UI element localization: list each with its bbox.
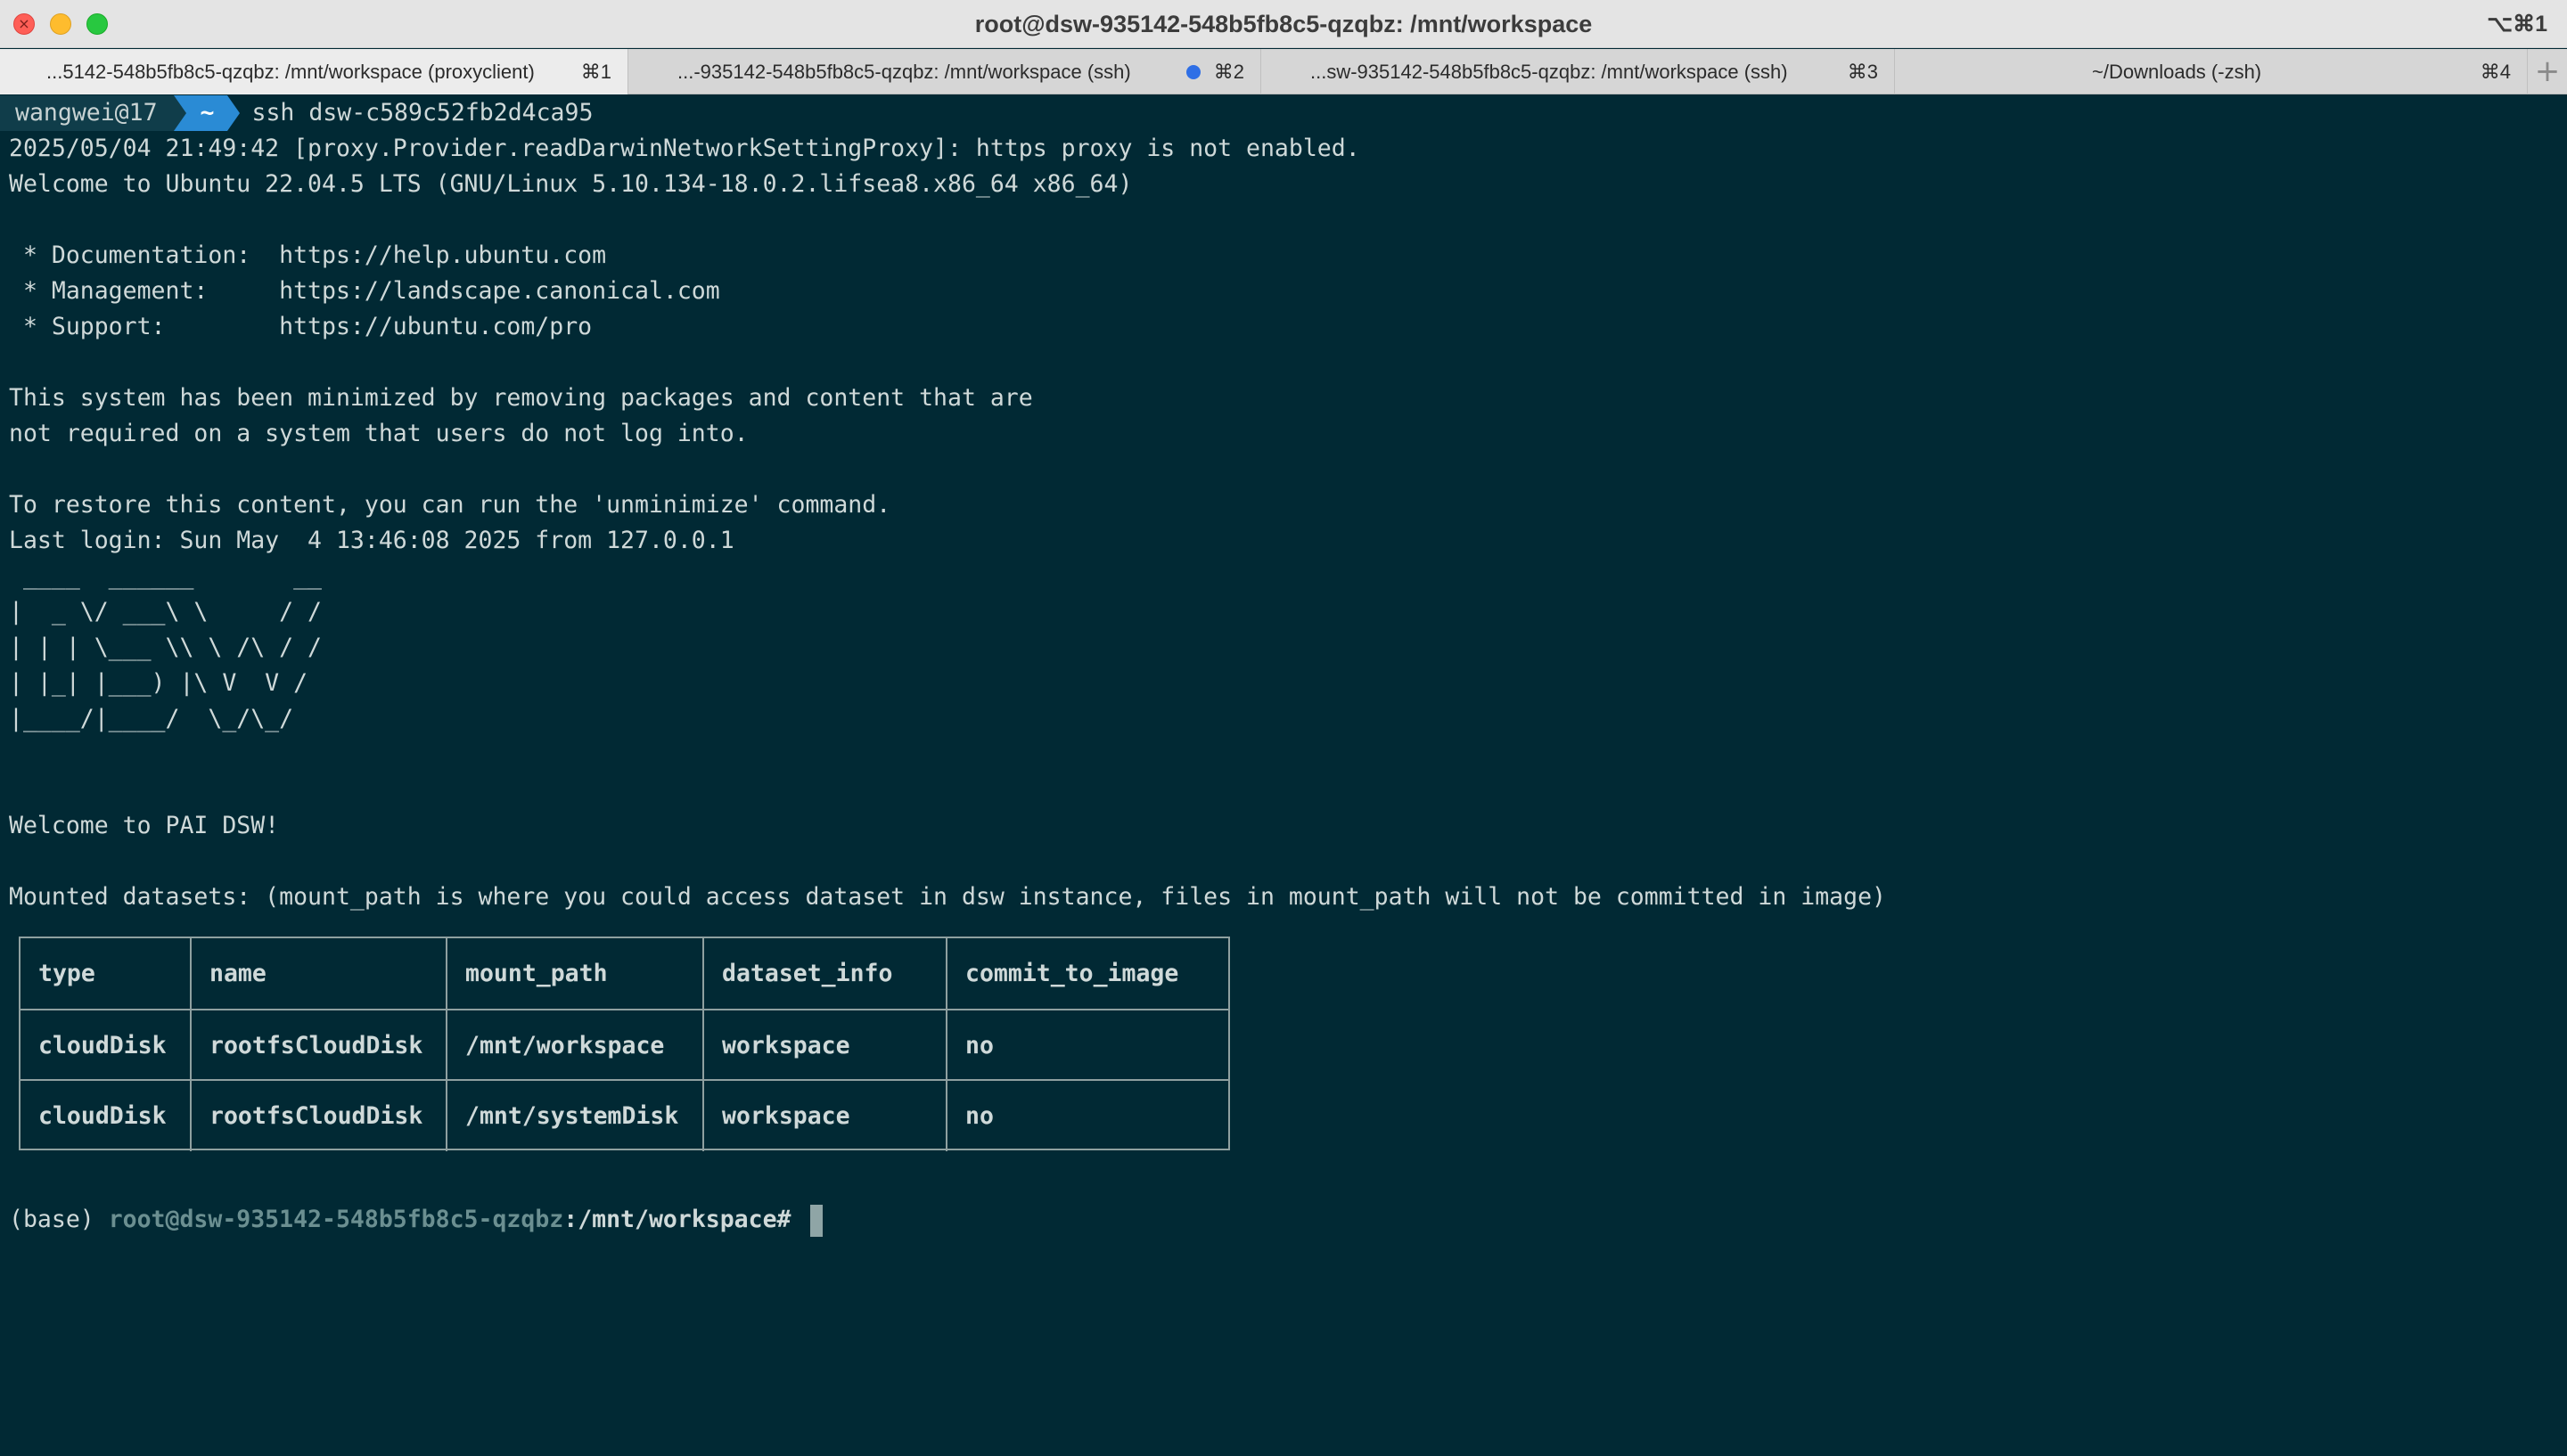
output-line: | | | \___ \\ \ /\ / / xyxy=(9,634,322,661)
prompt-path: :/mnt/workspace# xyxy=(563,1206,806,1233)
table-header-row: type name mount_path dataset_info commit_to_… xyxy=(21,938,1228,1009)
window-shortcut: ⌥⌘1 xyxy=(2487,12,2547,37)
tab-label: ~/Downloads (-zsh) xyxy=(2092,61,2262,83)
output-line: Last login: Sun May 4 13:46:08 2025 from… xyxy=(9,527,734,554)
tab-label: ...-935142-548b5fb8c5-qzqbz: /mnt/worksp… xyxy=(677,61,1131,83)
table-cell: no xyxy=(946,1010,1228,1081)
table-cell: cloudDisk xyxy=(38,1102,167,1130)
tab-shortcut: ⌘4 xyxy=(2480,61,2511,83)
terminal-window: × root@dsw-935142-548b5fb8c5-qzqbz: /mnt… xyxy=(0,0,2567,1456)
title-bar: × root@dsw-935142-548b5fb8c5-qzqbz: /mnt… xyxy=(0,0,2567,48)
tab-3[interactable]: ...sw-935142-548b5fb8c5-qzqbz: /mnt/work… xyxy=(1261,49,1895,94)
tab-label: ...5142-548b5fb8c5-qzqbz: /mnt/workspace… xyxy=(46,61,535,83)
table-row: cloudDisk rootfsCloudDisk/mnt/systemDisk w… xyxy=(21,1079,1228,1151)
tab-shortcut: ⌘3 xyxy=(1847,61,1878,83)
output-line: ____ ______ __ xyxy=(9,562,322,590)
activity-indicator-icon xyxy=(1186,65,1201,79)
new-tab-button[interactable]: + xyxy=(2528,49,2567,94)
table-header-cell: type xyxy=(38,960,95,987)
table-cell: no xyxy=(946,1081,1228,1151)
prompt-user-segment: wangwei@17 xyxy=(0,95,174,131)
tab-bar: ...5142-548b5fb8c5-qzqbz: /mnt/workspace… xyxy=(0,49,2567,94)
table-row: cloudDisk rootfsCloudDisk/mnt/workspace wo… xyxy=(21,1009,1228,1081)
table-header-cell: name xyxy=(190,938,446,1009)
table-cell: /mnt/workspace xyxy=(446,1010,702,1081)
output-line: * Documentation: https://help.ubuntu.com xyxy=(9,241,607,269)
output-line: This system has been minimized by removi… xyxy=(9,384,1033,412)
window-title: root@dsw-935142-548b5fb8c5-qzqbz: /mnt/w… xyxy=(974,11,1593,37)
output-line: | _ \/ ___\ \ / / xyxy=(9,598,322,626)
tab-shortcut: ⌘1 xyxy=(580,61,611,83)
shell-prompt-line: (base) root@dsw-935142-548b5fb8c5-qzqbz:… xyxy=(9,1202,824,1238)
tab-label: ...sw-935142-548b5fb8c5-qzqbz: /mnt/work… xyxy=(1310,61,1788,83)
prompt-host: root@dsw-935142-548b5fb8c5-qzqbz xyxy=(108,1206,564,1233)
mounted-datasets-table: type name mount_path dataset_info commit_to_… xyxy=(19,937,1230,1151)
prompt-dir-segment: ~ xyxy=(185,95,227,131)
powerline-arrow-icon xyxy=(226,95,240,131)
output-line: * Management: https://landscape.canonica… xyxy=(9,277,720,305)
prompt-command: ssh dsw-c589c52fb2d4ca95 xyxy=(251,99,594,127)
table-cell: cloudDisk xyxy=(38,1032,167,1059)
table-cell: rootfsCloudDisk xyxy=(190,1081,446,1151)
output-line: Welcome to Ubuntu 22.04.5 LTS (GNU/Linux… xyxy=(9,170,1133,198)
output-line: * Support: https://ubuntu.com/pro xyxy=(9,313,593,340)
table-cell: workspace xyxy=(702,1010,946,1081)
ssh-prompt-line: wangwei@17 ~ ssh dsw-c589c52fb2d4ca95 xyxy=(0,95,593,131)
table-header-cell: dataset_info xyxy=(702,938,946,1009)
output-line: | |_| |___) |\ V V / xyxy=(9,669,308,697)
powerline-arrow-icon xyxy=(173,95,186,131)
output-line: To restore this content, you can run the… xyxy=(9,491,891,519)
output-line: 2025/05/04 21:49:42 [proxy.Provider.read… xyxy=(9,135,1360,162)
table-header-cell: mount_path xyxy=(446,938,702,1009)
table-header-cell: commit_to_image xyxy=(946,938,1228,1009)
output-line: Welcome to PAI DSW! xyxy=(9,812,280,839)
tab-shortcut: ⌘2 xyxy=(1213,61,1244,83)
tab-2[interactable]: ...-935142-548b5fb8c5-qzqbz: /mnt/worksp… xyxy=(628,49,1261,94)
text-cursor xyxy=(810,1204,824,1237)
table-cell: rootfsCloudDisk xyxy=(190,1010,446,1081)
conda-env: (base) xyxy=(9,1206,109,1233)
output-line: |____/|____/ \_/\_/ xyxy=(9,705,294,732)
table-cell: /mnt/systemDisk xyxy=(446,1081,702,1151)
table-cell: workspace xyxy=(702,1081,946,1151)
terminal-output[interactable]: wangwei@17 ~ ssh dsw-c589c52fb2d4ca95 2025… xyxy=(0,95,2567,1456)
output-line: not required on a system that users do n… xyxy=(9,420,749,447)
tab-1[interactable]: ...5142-548b5fb8c5-qzqbz: /mnt/workspace… xyxy=(0,49,628,94)
output-line: Mounted datasets: (mount_path is where y… xyxy=(9,883,1886,911)
tab-4[interactable]: ~/Downloads (-zsh) ⌘4 xyxy=(1895,49,2528,94)
